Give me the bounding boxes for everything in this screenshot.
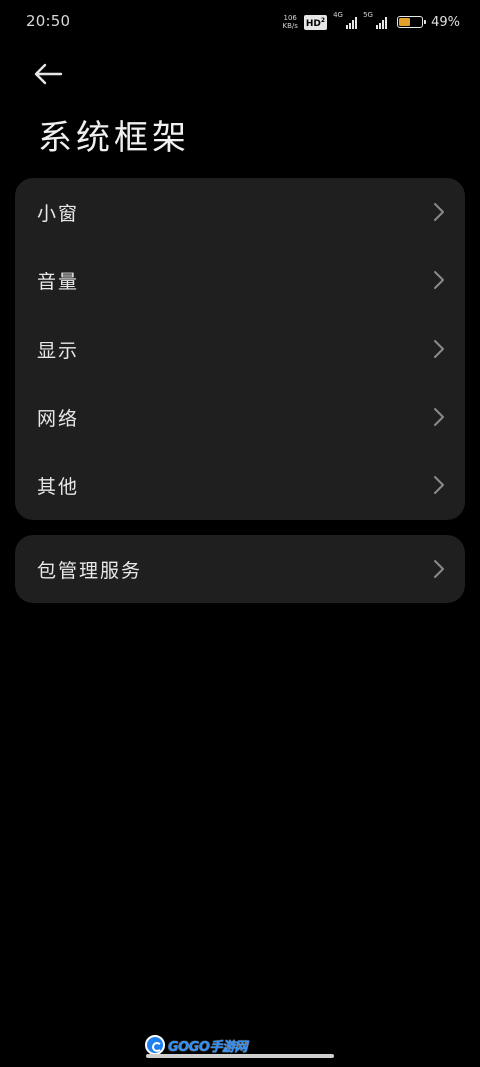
- hd-sub: 2: [320, 16, 326, 24]
- watermark-text: GOGO手游网: [168, 1039, 247, 1055]
- watermark: GOGO手游网: [145, 1035, 247, 1055]
- battery-icon: [397, 16, 427, 28]
- home-indicator[interactable]: [146, 1054, 334, 1058]
- back-button[interactable]: [30, 58, 66, 90]
- watermark-logo-icon: [145, 1035, 165, 1055]
- hd-voice-icon: HD2: [303, 14, 328, 30]
- sim1-network-type: 4G: [333, 11, 343, 19]
- settings-item-label: 小窗: [37, 202, 80, 225]
- network-speed-unit: KB/s: [282, 22, 298, 30]
- chevron-right-icon: [434, 408, 444, 426]
- battery-percentage: 49%: [431, 14, 460, 30]
- settings-item-label: 包管理服务: [37, 559, 143, 582]
- battery-fill: [399, 18, 410, 26]
- settings-item-label: 音量: [37, 270, 80, 293]
- settings-item-volume[interactable]: 音量: [15, 246, 465, 314]
- network-speed-value: 106: [283, 14, 297, 22]
- settings-item-display[interactable]: 显示: [15, 315, 465, 383]
- chevron-right-icon: [434, 476, 444, 494]
- status-bar: 20:50 106 KB/s HD2 4G 5G 49%: [0, 0, 480, 44]
- network-speed: 106 KB/s: [282, 14, 297, 30]
- arrow-left-icon: [34, 63, 63, 85]
- chevron-right-icon: [434, 203, 444, 221]
- signal-sim1-icon: 4G: [333, 11, 358, 31]
- settings-group-package: 包管理服务: [15, 535, 465, 603]
- settings-group-main: 小窗 音量 显示 网络 其他: [15, 178, 465, 520]
- settings-item-other[interactable]: 其他: [15, 451, 465, 519]
- settings-item-label: 网络: [37, 407, 80, 430]
- settings-item-label: 其他: [37, 475, 80, 498]
- signal-sim2-icon: 5G: [363, 11, 388, 31]
- status-time: 20:50: [26, 12, 71, 30]
- sim2-network-type: 5G: [363, 11, 373, 19]
- chevron-right-icon: [434, 271, 444, 289]
- page-title: 系统框架: [38, 118, 190, 158]
- settings-item-small-window[interactable]: 小窗: [15, 178, 465, 246]
- hd-label: HD: [305, 18, 321, 29]
- settings-item-package-manager[interactable]: 包管理服务: [15, 535, 465, 603]
- settings-item-network[interactable]: 网络: [15, 383, 465, 451]
- chevron-right-icon: [434, 340, 444, 358]
- status-icons: 106 KB/s HD2 4G 5G 49%: [282, 10, 460, 34]
- settings-item-label: 显示: [37, 339, 80, 362]
- chevron-right-icon: [434, 560, 444, 578]
